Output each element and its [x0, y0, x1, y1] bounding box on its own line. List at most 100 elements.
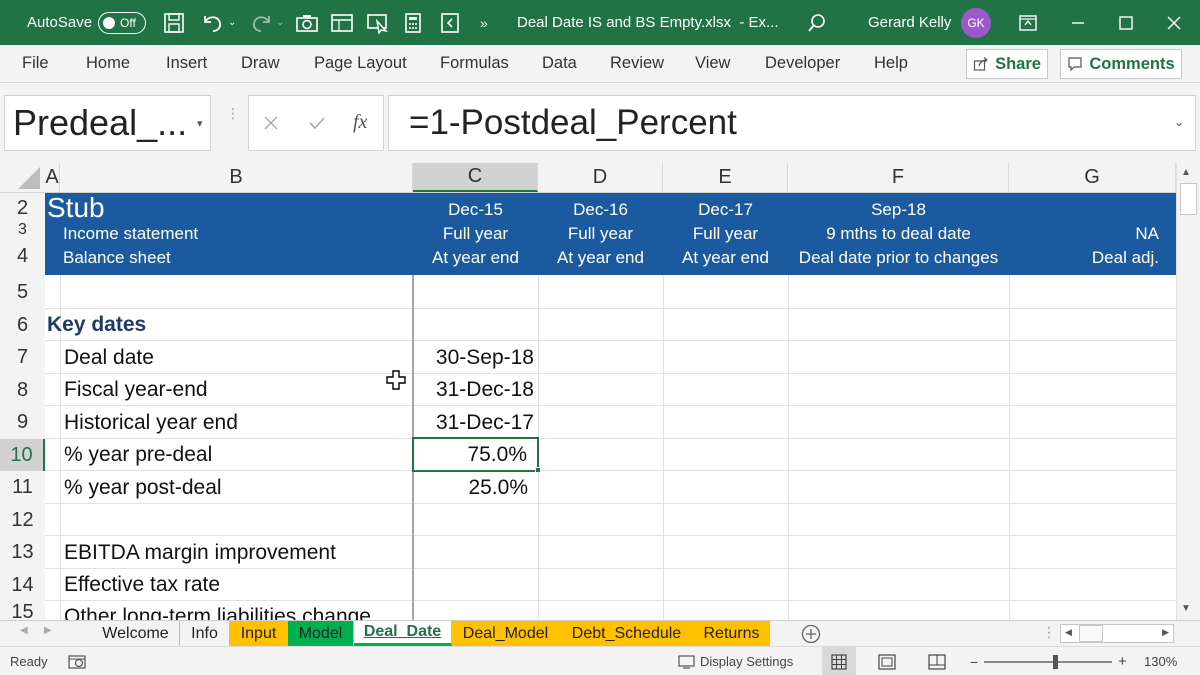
row-header-12[interactable]: 12 [0, 504, 45, 536]
select-all-corner[interactable] [0, 163, 45, 192]
sheet-tab-welcome[interactable]: Welcome [92, 621, 180, 646]
row-header-8[interactable]: 8 [0, 374, 45, 406]
col-e-is-label[interactable]: Full year [663, 222, 788, 246]
row-header-15[interactable]: 15 [0, 601, 45, 620]
avatar[interactable]: GK [961, 0, 991, 45]
row-header-14[interactable]: 14 [0, 569, 45, 601]
sheet-tab-input[interactable]: Input [230, 621, 288, 646]
form-icon[interactable] [440, 0, 460, 45]
zoom-in-button[interactable]: + [1118, 647, 1127, 675]
tab-insert[interactable]: Insert [166, 45, 207, 82]
deal-date-label[interactable]: Deal date [64, 341, 154, 374]
prev-sheet-icon[interactable]: ◀ [20, 625, 28, 636]
more-commands-icon[interactable]: » [480, 0, 488, 45]
tab-review[interactable]: Review [610, 45, 664, 82]
column-header-e[interactable]: E [663, 163, 788, 192]
historical-year-end-label[interactable]: Historical year end [64, 406, 238, 439]
insert-function-button[interactable]: fx [353, 111, 367, 134]
tab-help[interactable]: Help [874, 45, 908, 82]
row-header-5[interactable]: 5 [0, 275, 45, 309]
tab-file[interactable]: File [22, 45, 49, 82]
col-c-bs-label[interactable]: At year end [413, 246, 538, 270]
name-box[interactable]: Predeal_... [4, 95, 211, 151]
fiscal-year-end-label[interactable]: Fiscal year-end [64, 374, 208, 406]
col-d-bs-label[interactable]: At year end [538, 246, 663, 270]
tab-home[interactable]: Home [86, 45, 130, 82]
sheet-tab-info[interactable]: Info [180, 621, 230, 646]
tab-view[interactable]: View [695, 45, 730, 82]
scrollbar-thumb[interactable] [1180, 183, 1197, 215]
column-header-g[interactable]: G [1009, 163, 1176, 192]
stub-title[interactable]: Stub [47, 192, 105, 224]
zoom-slider[interactable] [984, 647, 1112, 675]
zoom-out-button[interactable]: − [970, 647, 978, 675]
autosave-toggle[interactable]: Off [98, 0, 146, 45]
minimize-icon[interactable] [1070, 0, 1086, 45]
camera-icon[interactable] [295, 0, 319, 45]
col-g-is-label[interactable]: NA [1009, 222, 1159, 246]
table-view-icon[interactable] [330, 0, 354, 45]
normal-view-button[interactable] [822, 647, 856, 675]
column-header-c[interactable]: C [413, 163, 538, 192]
column-header-b[interactable]: B [60, 163, 413, 192]
accessibility-icon[interactable] [68, 647, 88, 675]
fiscal-year-end-value[interactable]: 31-Dec-18 [413, 374, 538, 406]
col-c-period[interactable]: Dec-15 [413, 198, 538, 222]
post-deal-value[interactable]: 25.0% [413, 471, 538, 504]
pre-deal-label[interactable]: % year pre-deal [64, 439, 212, 471]
key-dates-heading[interactable]: Key dates [47, 309, 146, 341]
cancel-icon[interactable] [264, 116, 278, 130]
row-header-4[interactable]: 4 [0, 237, 45, 275]
balance-sheet-label[interactable]: Balance sheet [63, 246, 171, 270]
tab-page-layout[interactable]: Page Layout [314, 45, 407, 82]
col-c-is-label[interactable]: Full year [413, 222, 538, 246]
col-f-period[interactable]: Sep-18 [788, 198, 1009, 222]
horizontal-scrollbar-thumb[interactable] [1079, 625, 1103, 642]
scroll-up-icon[interactable]: ▲ [1181, 167, 1191, 178]
col-d-is-label[interactable]: Full year [538, 222, 663, 246]
horizontal-scrollbar[interactable]: ◀ ▶ [1060, 624, 1174, 643]
share-button[interactable]: Share [966, 49, 1048, 79]
redo-icon[interactable]: ⌄ [248, 0, 284, 45]
tab-developer[interactable]: Developer [765, 45, 840, 82]
historical-year-end-value[interactable]: 31-Dec-17 [413, 406, 538, 439]
sheet-tab-debt-schedule[interactable]: Debt_Schedule [560, 621, 694, 646]
maximize-icon[interactable] [1118, 0, 1134, 45]
row-header-11[interactable]: 11 [0, 471, 45, 504]
vertical-scrollbar[interactable]: ▲ ▼ [1176, 163, 1200, 620]
row-header-3[interactable]: 3 [0, 223, 45, 237]
col-f-is-label[interactable]: 9 mths to deal date [788, 222, 1009, 246]
ebitda-margin-label[interactable]: EBITDA margin improvement [64, 536, 336, 569]
display-settings-button[interactable]: Display Settings [678, 647, 793, 675]
row-header-7[interactable]: 7 [0, 341, 45, 374]
sheet-tab-deal-model[interactable]: Deal_Model [452, 621, 560, 646]
row-header-2[interactable]: 2 [0, 193, 45, 223]
column-header-d[interactable]: D [538, 163, 663, 192]
next-sheet-icon[interactable]: ▶ [44, 625, 52, 636]
scroll-left-icon[interactable]: ◀ [1065, 627, 1072, 638]
page-break-view-button[interactable] [928, 647, 946, 675]
pre-deal-value-selected[interactable]: 75.0% [412, 437, 539, 472]
col-g-bs-label[interactable]: Deal adj. [1009, 246, 1159, 270]
expand-formula-bar-icon[interactable]: ⌄ [1174, 115, 1184, 129]
search-icon[interactable] [806, 0, 828, 45]
row-header-6[interactable]: 6 [0, 309, 45, 341]
user-name[interactable]: Gerard Kelly [868, 0, 951, 45]
page-layout-view-button[interactable] [878, 647, 896, 675]
zoom-slider-thumb[interactable] [1053, 654, 1058, 669]
col-d-period[interactable]: Dec-16 [538, 198, 663, 222]
tab-data[interactable]: Data [542, 45, 577, 82]
spreadsheet-grid[interactable]: A B C D E F G 2 3 4 5 6 7 8 9 10 11 12 1… [0, 163, 1176, 620]
scroll-right-icon[interactable]: ▶ [1162, 627, 1169, 638]
save-icon[interactable] [163, 0, 185, 45]
other-liabilities-label[interactable]: Other long-term liabilities change [64, 601, 371, 620]
row-header-9[interactable]: 9 [0, 406, 45, 439]
col-f-bs-label[interactable]: Deal date prior to changes [788, 246, 1009, 270]
formula-input[interactable]: =1-Postdeal_Percent [388, 95, 1196, 151]
col-e-bs-label[interactable]: At year end [663, 246, 788, 270]
close-icon[interactable] [1166, 0, 1182, 45]
column-header-a[interactable]: A [45, 163, 60, 192]
zoom-level[interactable]: 130% [1144, 647, 1177, 675]
name-box-dropdown-icon[interactable]: ▾ [197, 117, 203, 130]
row-header-10[interactable]: 10 [0, 439, 45, 471]
